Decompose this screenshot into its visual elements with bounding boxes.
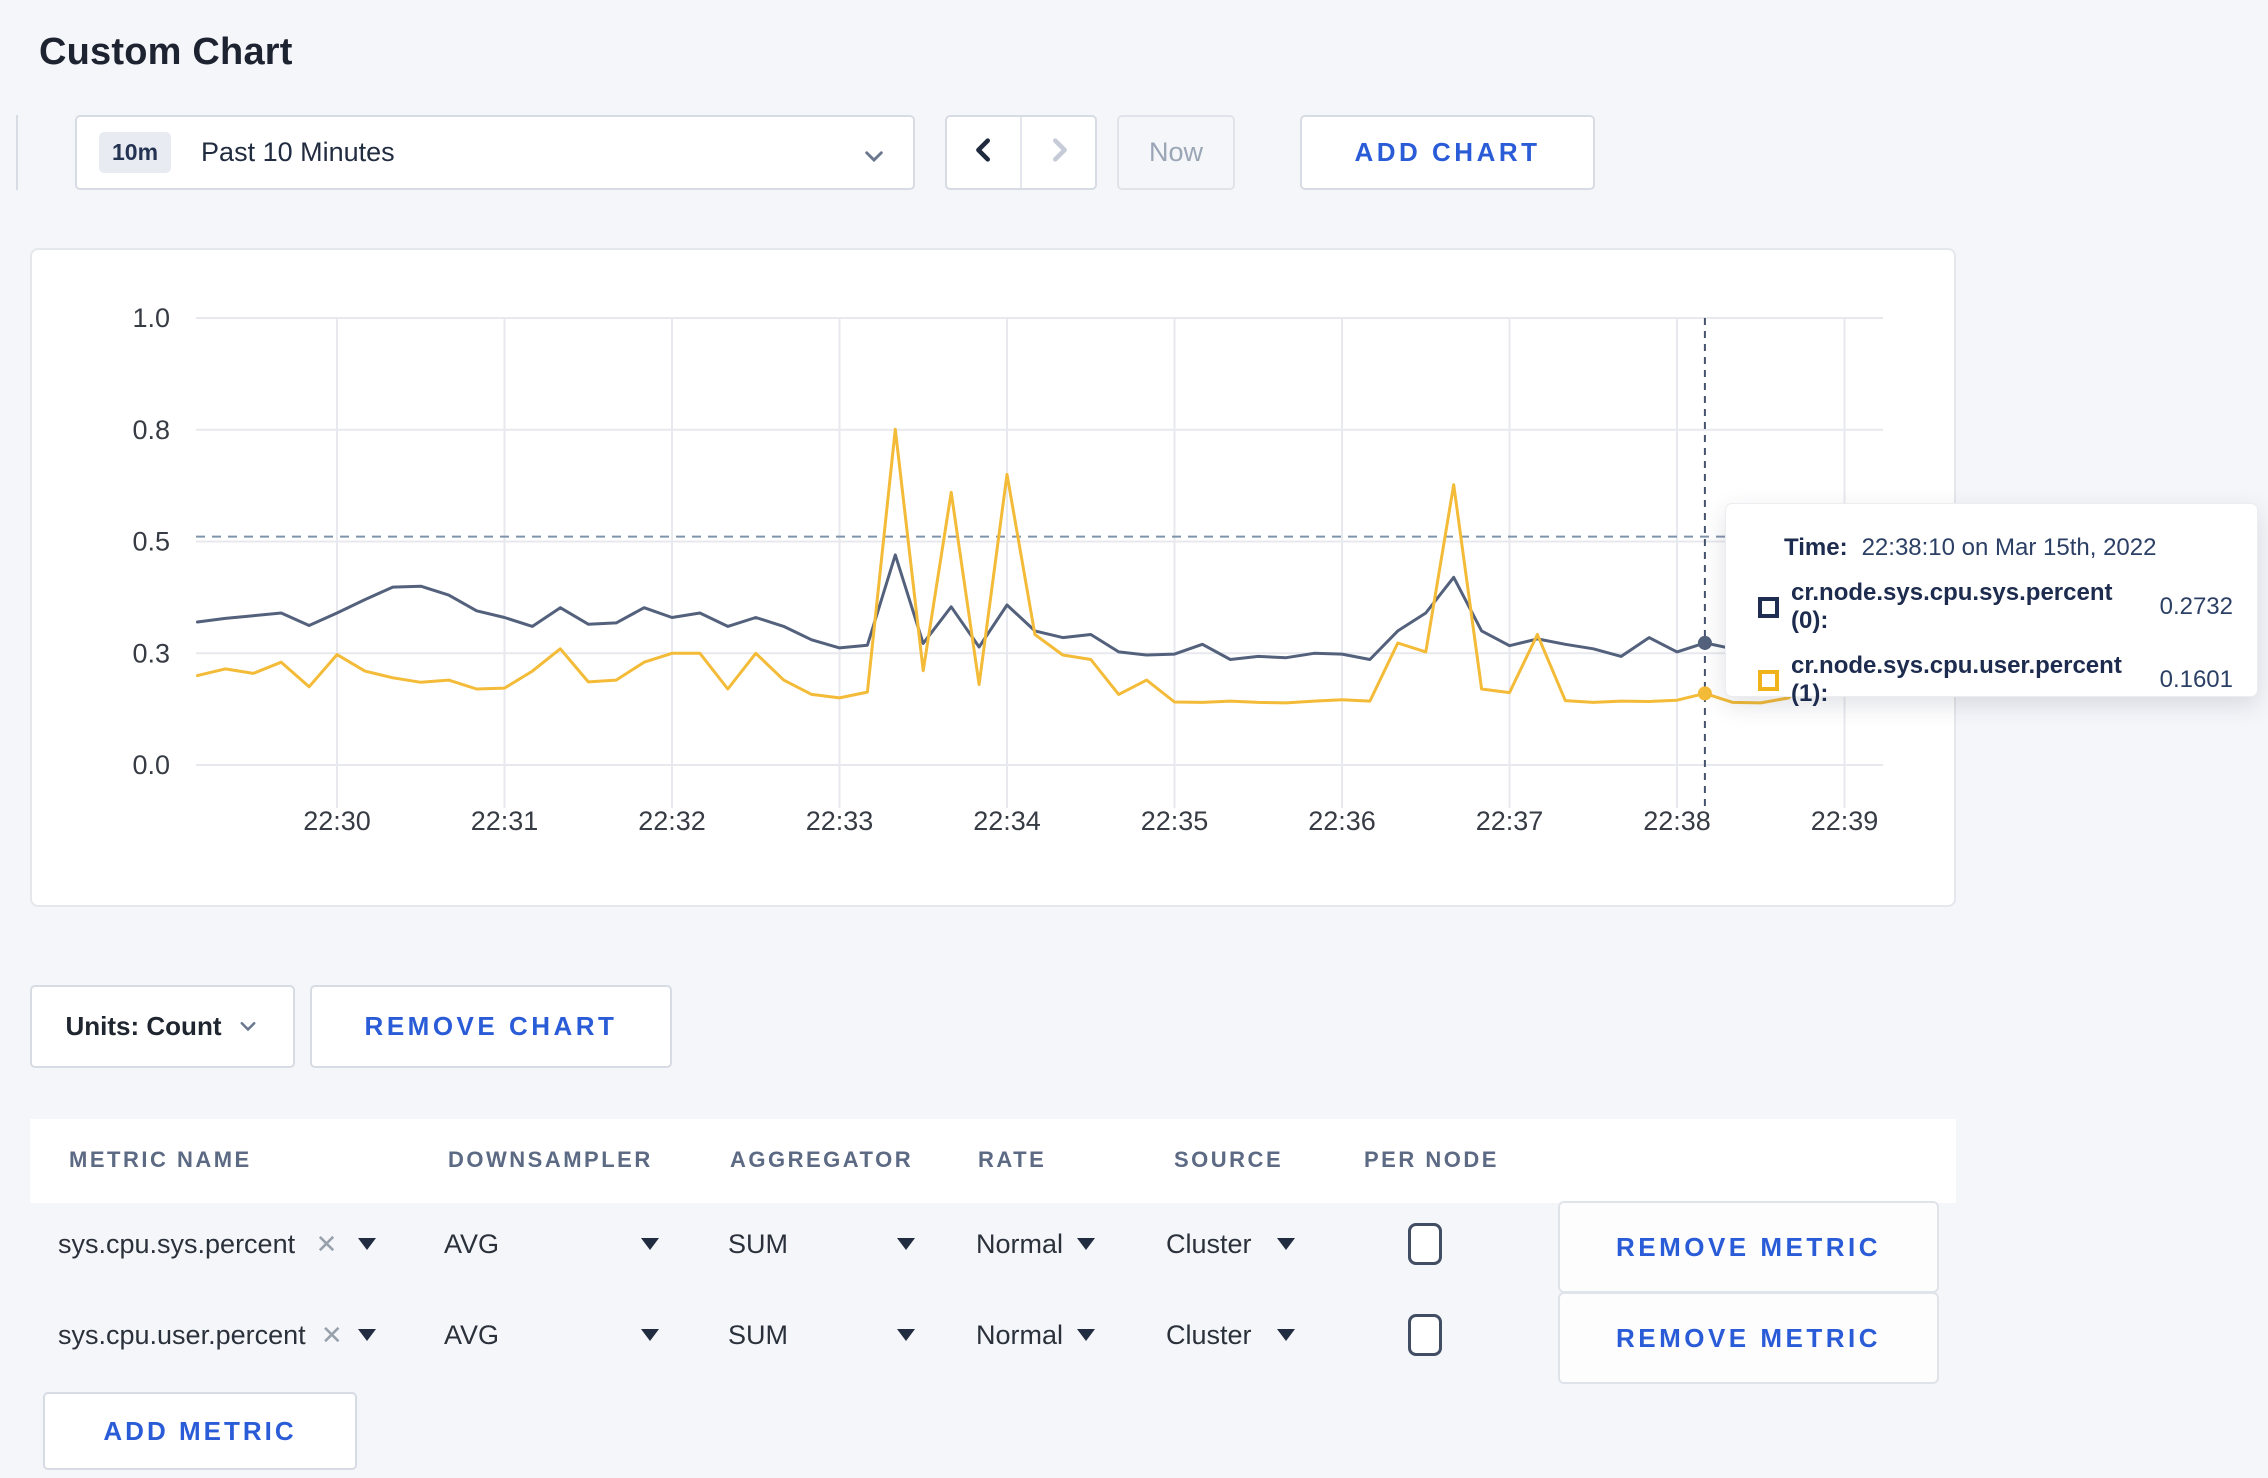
source-value: Cluster (1166, 1228, 1252, 1259)
svg-text:22:31: 22:31 (471, 806, 539, 836)
caret-down-icon (1277, 1238, 1295, 1250)
svg-text:22:38: 22:38 (1643, 806, 1711, 836)
metric-name-dropdown[interactable]: sys.cpu.user.percent ✕ (58, 1292, 376, 1378)
now-button[interactable]: Now (1117, 115, 1235, 190)
rate-value: Normal (976, 1319, 1064, 1350)
caret-down-icon (357, 1238, 376, 1250)
remove-metric-button[interactable]: REMOVE METRIC (1558, 1201, 1939, 1293)
caret-down-icon (1077, 1329, 1095, 1341)
tooltip-series-row: cr.node.sys.cpu.sys.percent (0): 0.2732 (1758, 579, 2233, 635)
downsampler-dropdown[interactable]: AVG (444, 1201, 659, 1287)
source-dropdown[interactable]: Cluster (1166, 1201, 1295, 1287)
user-series-swatch-icon (1758, 669, 1779, 691)
tooltip-time-value: 22:38:10 on Mar 15th, 2022 (1861, 534, 2157, 561)
chevron-down-icon (237, 1015, 259, 1042)
downsampler-dropdown[interactable]: AVG (444, 1292, 659, 1378)
clear-metric-icon[interactable]: ✕ (321, 1320, 343, 1351)
aggregator-value: SUM (728, 1228, 788, 1259)
source-dropdown[interactable]: Cluster (1166, 1292, 1295, 1378)
svg-text:22:36: 22:36 (1308, 806, 1376, 836)
caret-down-icon (897, 1238, 915, 1250)
tooltip-series-row: cr.node.sys.cpu.user.percent (1): 0.1601 (1758, 652, 2233, 708)
source-value: Cluster (1166, 1319, 1252, 1350)
tooltip-time-row: Time: 22:38:10 on Mar 15th, 2022 (1784, 534, 2233, 562)
svg-text:22:30: 22:30 (303, 806, 371, 836)
svg-text:22:35: 22:35 (1141, 806, 1209, 836)
svg-text:22:37: 22:37 (1476, 806, 1544, 836)
metric-name-dropdown[interactable]: sys.cpu.sys.percent ✕ (58, 1201, 376, 1287)
page-title: Custom Chart (39, 31, 293, 74)
caret-down-icon (1277, 1329, 1295, 1341)
svg-text:0.3: 0.3 (132, 638, 170, 668)
time-prev-button[interactable] (947, 117, 1022, 188)
caret-down-icon (1077, 1238, 1095, 1250)
sys-series-swatch-icon (1758, 596, 1779, 618)
remove-metric-button[interactable]: REMOVE METRIC (1558, 1292, 1939, 1384)
rate-value: Normal (976, 1228, 1064, 1259)
add-metric-button[interactable]: ADD METRIC (43, 1392, 357, 1470)
clear-metric-icon[interactable]: ✕ (316, 1229, 338, 1260)
col-header-aggregator: AGGREGATOR (730, 1147, 914, 1172)
aggregator-dropdown[interactable]: SUM (728, 1201, 915, 1287)
caret-down-icon (641, 1329, 659, 1341)
svg-text:1.0: 1.0 (132, 303, 170, 333)
col-header-source: SOURCE (1174, 1147, 1284, 1172)
aggregator-dropdown[interactable]: SUM (728, 1292, 915, 1378)
tooltip-series-label: cr.node.sys.cpu.user.percent (1): (1791, 652, 2122, 707)
svg-text:22:39: 22:39 (1811, 806, 1879, 836)
metrics-table-header: METRIC NAME DOWNSAMPLER AGGREGATOR RATE … (30, 1119, 1956, 1203)
metric-row: sys.cpu.sys.percent ✕ AVG SUM Normal Clu… (0, 1201, 2268, 1293)
downsampler-value: AVG (444, 1319, 500, 1350)
svg-text:0.5: 0.5 (132, 527, 170, 557)
tooltip-series-label: cr.node.sys.cpu.sys.percent (0): (1791, 579, 2113, 634)
metric-name-value: sys.cpu.user.percent (58, 1319, 306, 1350)
chart-tooltip: Time: 22:38:10 on Mar 15th, 2022 cr.node.… (1725, 503, 2258, 707)
col-header-per-node: PER NODE (1364, 1147, 1499, 1172)
caret-down-icon (897, 1329, 915, 1341)
units-label: Units: Count (65, 1011, 222, 1041)
downsampler-value: AVG (444, 1228, 500, 1259)
chevron-down-icon (861, 143, 887, 174)
time-nav-group (945, 115, 1097, 190)
cpu-chart-svg[interactable]: 0.0 0.3 0.5 0.8 1.0 22:30 22:31 22:32 22:33 22:34… (30, 248, 1956, 907)
remove-chart-button[interactable]: REMOVE CHART (310, 985, 672, 1068)
chevron-left-icon (969, 135, 999, 170)
tooltip-series-value: 0.2732 (2159, 593, 2233, 620)
svg-text:22:32: 22:32 (638, 806, 706, 836)
tooltip-time-label: Time: (1784, 534, 1848, 561)
tooltip-series-value: 0.1601 (2159, 666, 2233, 693)
col-header-rate: RATE (978, 1147, 1047, 1172)
metric-name-value: sys.cpu.sys.percent (58, 1228, 296, 1259)
svg-text:22:34: 22:34 (973, 806, 1041, 836)
svg-text:0.8: 0.8 (132, 415, 170, 445)
chart-card: 0.0 0.3 0.5 0.8 1.0 22:30 22:31 22:32 22:33 22:34… (30, 248, 1956, 907)
per-node-checkbox[interactable] (1408, 1314, 1442, 1356)
rate-dropdown[interactable]: Normal (976, 1201, 1095, 1287)
svg-text:22:33: 22:33 (806, 806, 874, 836)
units-dropdown[interactable]: Units: Count (30, 985, 295, 1068)
toolbar-accent-divider (16, 115, 18, 190)
caret-down-icon (641, 1238, 659, 1250)
add-chart-button[interactable]: ADD CHART (1300, 115, 1595, 190)
svg-text:0.0: 0.0 (132, 750, 170, 780)
aggregator-value: SUM (728, 1319, 788, 1350)
metric-row: sys.cpu.user.percent ✕ AVG SUM Normal Cl… (0, 1292, 2268, 1384)
time-range-label: Past 10 Minutes (201, 137, 395, 167)
time-next-button[interactable] (1022, 117, 1095, 188)
col-header-downsampler: DOWNSAMPLER (448, 1147, 653, 1172)
time-range-badge: 10m (99, 132, 172, 173)
rate-dropdown[interactable]: Normal (976, 1292, 1095, 1378)
chevron-right-icon (1044, 135, 1074, 170)
time-range-dropdown[interactable]: 10m Past 10 Minutes (75, 115, 915, 190)
col-header-metric-name: METRIC NAME (69, 1147, 252, 1172)
per-node-checkbox[interactable] (1408, 1223, 1442, 1265)
caret-down-icon (358, 1329, 376, 1341)
